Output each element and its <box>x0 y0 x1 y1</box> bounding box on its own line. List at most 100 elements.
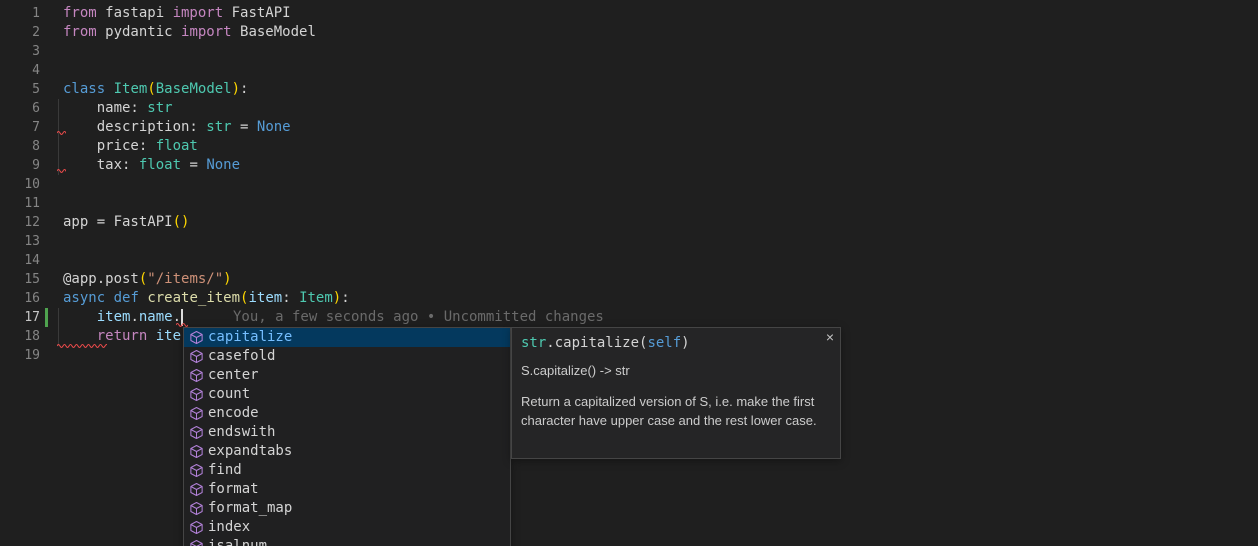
token-plain: .capitalize( <box>546 335 647 351</box>
suggestion-item[interactable]: format_map <box>184 499 510 518</box>
suggestion-label: center <box>208 366 259 385</box>
code-text: app = FastAPI() <box>63 213 189 232</box>
code-line[interactable]: 14 <box>0 251 1258 270</box>
autocomplete-dropdown: capitalize casefold center count encode … <box>183 327 511 546</box>
token-plain: @app.post <box>63 271 139 287</box>
token-plain: : <box>282 290 299 306</box>
code-text: tax: float = None <box>63 156 240 175</box>
suggestion-item[interactable]: capitalize <box>184 328 510 347</box>
code-line[interactable]: 16 async def create_item(item: Item): <box>0 289 1258 308</box>
suggestion-docs-popup: × str.capitalize(self) S.capitalize() ->… <box>511 327 841 459</box>
token-plain: FastAPI <box>223 5 290 21</box>
line-number: 6 <box>0 99 40 118</box>
code-line[interactable]: 15 @app.post("/items/") <box>0 270 1258 289</box>
token-plain: = <box>232 119 257 135</box>
line-number: 5 <box>0 80 40 99</box>
code-text: async def create_item(item: Item): <box>63 289 350 308</box>
suggestion-item[interactable]: expandtabs <box>184 442 510 461</box>
suggestion-signature: str.capitalize(self) <box>521 335 831 351</box>
symbol-method-icon <box>188 387 204 403</box>
suggestion-item[interactable]: casefold <box>184 347 510 366</box>
line-number: 9 <box>0 156 40 175</box>
suggestion-item[interactable]: count <box>184 385 510 404</box>
code-text: from fastapi import FastAPI <box>63 4 291 23</box>
code-line[interactable]: 2from pydantic import BaseModel <box>0 23 1258 42</box>
token-type: str <box>147 100 172 116</box>
code-text: description: str = None <box>63 118 291 137</box>
indent-guide <box>58 308 59 346</box>
suggestion-label: expandtabs <box>208 442 292 461</box>
token-paren: ) <box>333 290 341 306</box>
token-paren: ( <box>147 81 155 97</box>
line-number: 19 <box>0 346 40 365</box>
token-plain <box>105 290 113 306</box>
doc-description: Return a capitalized version of S, i.e. … <box>521 392 837 430</box>
line-number: 16 <box>0 289 40 308</box>
token-type: str <box>521 335 546 351</box>
code-text: item.name. <box>63 308 181 327</box>
suggestion-item[interactable]: index <box>184 518 510 537</box>
suggestion-item[interactable]: endswith <box>184 423 510 442</box>
token-plain: : <box>240 81 248 97</box>
symbol-method-icon <box>188 539 204 546</box>
token-paren: ) <box>223 271 231 287</box>
token-var: item <box>97 309 131 325</box>
line-number: 15 <box>0 270 40 289</box>
code-line[interactable]: 1from fastapi import FastAPI <box>0 4 1258 23</box>
suggestion-label: capitalize <box>208 328 292 347</box>
code-line[interactable]: 13 <box>0 232 1258 251</box>
token-kw: async <box>63 290 105 306</box>
suggestion-item[interactable]: encode <box>184 404 510 423</box>
token-plain: = <box>181 157 206 173</box>
token-type: Item <box>114 81 148 97</box>
token-var: item <box>248 290 282 306</box>
token-plain: app = FastAPI <box>63 214 173 230</box>
symbol-method-icon <box>188 330 204 346</box>
token-type: str <box>206 119 231 135</box>
code-text: price: float <box>63 137 198 156</box>
token-str: "/items/" <box>147 271 223 287</box>
line-number: 4 <box>0 61 40 80</box>
line-number: 17 <box>0 308 40 327</box>
code-line[interactable]: 6 name: str <box>0 99 1258 118</box>
line-number: 18 <box>0 327 40 346</box>
suggestion-label: casefold <box>208 347 275 366</box>
token-type: float <box>139 157 181 173</box>
suggestion-label: find <box>208 461 242 480</box>
code-line[interactable]: 10 <box>0 175 1258 194</box>
indent-guide <box>58 99 59 175</box>
token-plain: pydantic <box>97 24 181 40</box>
line-number: 10 <box>0 175 40 194</box>
suggestion-label: isalnum <box>208 537 267 546</box>
code-line[interactable]: 12app = FastAPI() <box>0 213 1258 232</box>
suggestion-item[interactable]: find <box>184 461 510 480</box>
suggestion-item[interactable]: center <box>184 366 510 385</box>
token-kw: None <box>206 157 240 173</box>
token-paren: ) <box>232 81 240 97</box>
suggestion-label: endswith <box>208 423 275 442</box>
suggestion-item[interactable]: format <box>184 480 510 499</box>
token-kw: class <box>63 81 105 97</box>
code-line[interactable]: 11 <box>0 194 1258 213</box>
close-icon[interactable]: × <box>826 329 834 345</box>
token-plain: tax: <box>63 157 139 173</box>
code-line[interactable]: 5class Item(BaseModel): <box>0 80 1258 99</box>
doc-summary: S.capitalize() -> str <box>521 363 831 378</box>
token-var: ite <box>156 328 181 344</box>
code-line[interactable]: 4 <box>0 61 1258 80</box>
token-func: create_item <box>147 290 240 306</box>
code-text: @app.post("/items/") <box>63 270 232 289</box>
code-line[interactable]: 9 tax: float = None <box>0 156 1258 175</box>
error-squiggle <box>57 168 66 174</box>
line-number: 13 <box>0 232 40 251</box>
code-line[interactable]: 7 description: str = None <box>0 118 1258 137</box>
suggestion-item[interactable]: isalnum <box>184 537 510 546</box>
token-var: name <box>139 309 173 325</box>
token-plain: price: <box>63 138 156 154</box>
code-line[interactable]: 3 <box>0 42 1258 61</box>
token-ctrl: import <box>181 24 232 40</box>
code-text: name: str <box>63 99 173 118</box>
code-line[interactable]: 8 price: float <box>0 137 1258 156</box>
code-line[interactable]: 17 item.name. <box>0 308 1258 327</box>
line-number: 8 <box>0 137 40 156</box>
